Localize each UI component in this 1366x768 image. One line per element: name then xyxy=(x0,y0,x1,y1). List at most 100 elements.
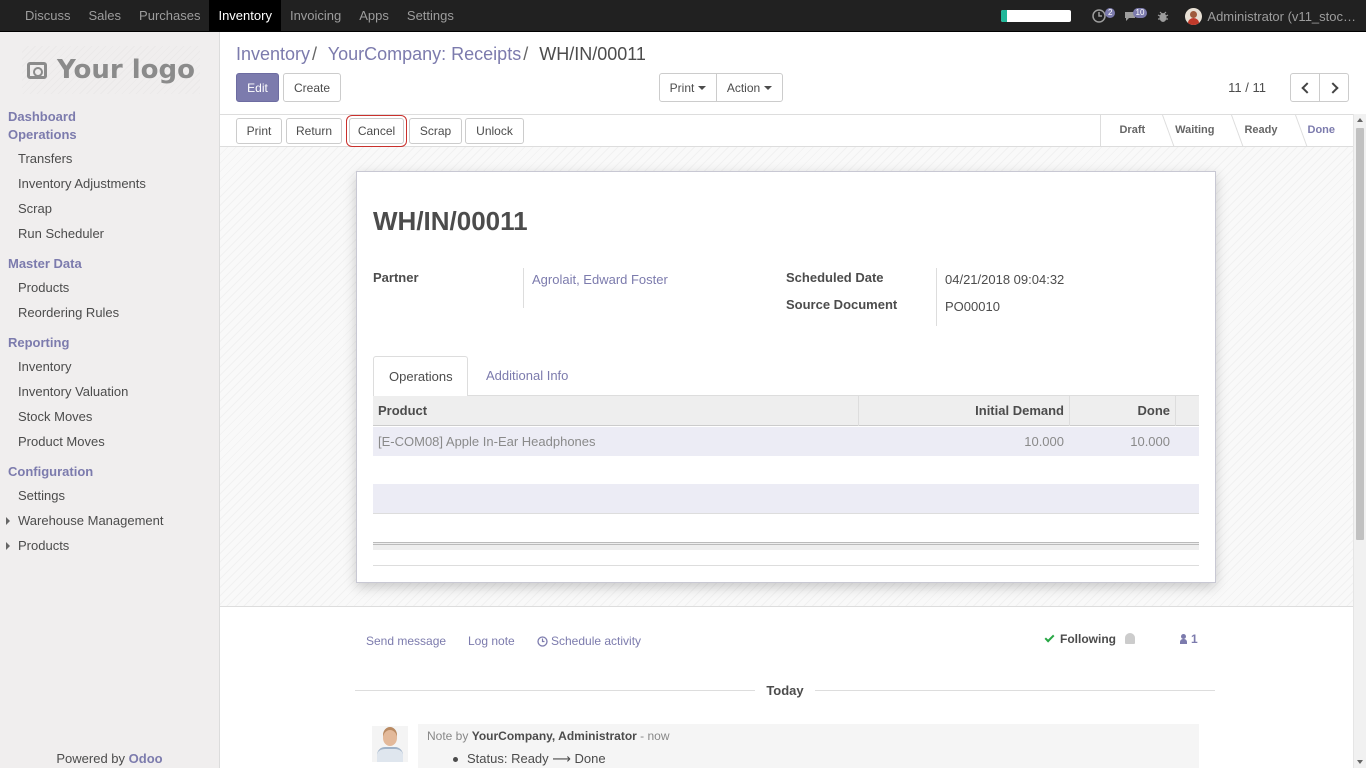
tracking-value: Status: Ready ⟶ Done xyxy=(453,751,1190,767)
date-separator-line xyxy=(355,690,755,691)
cell-product: [E-COM08] Apple In-Ear Headphones xyxy=(378,434,596,449)
progress-fill xyxy=(1001,10,1007,22)
sidebar-item-products[interactable]: Products xyxy=(18,280,69,295)
sidebar-item-inventory-valuation[interactable]: Inventory Valuation xyxy=(18,384,128,399)
schedule-activity-button[interactable]: Schedule activity xyxy=(537,634,641,648)
clock-icon xyxy=(537,635,548,647)
breadcrumb-receipts[interactable]: YourCompany: Receipts xyxy=(328,44,521,64)
return-button[interactable]: Return xyxy=(286,118,342,144)
app-menu: Discuss Sales Purchases Inventory Invoic… xyxy=(16,0,463,32)
cell-done: 10.000 xyxy=(1130,434,1170,449)
systray: 2 10 Administrator (v11_stoc… xyxy=(1001,0,1366,32)
stage-pipeline: Draft Waiting Ready Done xyxy=(1100,115,1353,146)
sidebar-item-stock-moves[interactable]: Stock Moves xyxy=(18,409,92,424)
stage-draft[interactable]: Draft xyxy=(1101,115,1157,146)
create-button[interactable]: Create xyxy=(283,73,341,102)
partner-value[interactable]: Agrolait, Edward Foster xyxy=(532,272,668,287)
sidebar-item-warehouse-management[interactable]: Warehouse Management xyxy=(6,513,164,528)
user-menu[interactable]: Administrator (v11_stoc… xyxy=(1185,7,1356,25)
stage-done[interactable]: Done xyxy=(1290,115,1354,146)
sidebar-item-product-moves[interactable]: Product Moves xyxy=(18,434,105,449)
control-panel: Inventory / YourCompany: Receipts / WH/IN/… xyxy=(220,32,1366,114)
edit-button[interactable]: Edit xyxy=(236,73,279,102)
sidebar-section-configuration: Configuration xyxy=(8,464,94,479)
action-dropdown-label: Action xyxy=(726,80,761,95)
app-sales[interactable]: Sales xyxy=(80,0,131,32)
column-initial-demand[interactable]: Initial Demand xyxy=(858,396,1070,426)
print-dropdown-label: Print xyxy=(669,80,695,95)
camera-icon xyxy=(27,61,48,79)
cancel-button[interactable]: Cancel xyxy=(346,115,407,147)
send-message-button[interactable]: Send message xyxy=(366,634,446,648)
scroll-down-icon[interactable] xyxy=(1357,760,1363,764)
app-invoicing[interactable]: Invoicing xyxy=(281,0,350,32)
check-icon xyxy=(1044,632,1055,643)
app-inventory[interactable]: Inventory xyxy=(209,0,281,32)
action-dropdown[interactable]: Action xyxy=(716,73,783,102)
chatter-message: Note by YourCompany, Administrator - now… xyxy=(418,724,1199,768)
sidebar-section-operations: Operations xyxy=(8,127,77,142)
app-settings[interactable]: Settings xyxy=(398,0,463,32)
pager-previous-button[interactable] xyxy=(1290,73,1320,102)
tab-additional-info[interactable]: Additional Info xyxy=(471,356,583,396)
scroll-up-icon[interactable] xyxy=(1357,118,1363,122)
print-dropdown[interactable]: Print xyxy=(659,73,717,102)
scrollbar[interactable] xyxy=(1353,114,1366,768)
sidebar-item-inventory[interactable]: Inventory xyxy=(18,359,71,374)
message-count-badge: 10 xyxy=(1132,8,1148,18)
unlock-button[interactable]: Unlock xyxy=(465,118,524,144)
bell-icon[interactable] xyxy=(1125,633,1135,644)
breadcrumb-inventory[interactable]: Inventory xyxy=(236,44,310,64)
log-note-button[interactable]: Log note xyxy=(468,634,515,648)
debug-icon[interactable] xyxy=(1153,6,1173,26)
date-separator-line xyxy=(815,690,1215,691)
sidebar-item-scrap[interactable]: Scrap xyxy=(18,201,52,216)
activity-icon[interactable]: 2 xyxy=(1089,6,1116,26)
pager-value[interactable]: 11 / 11 xyxy=(1228,80,1266,95)
pager-next-button[interactable] xyxy=(1319,73,1349,102)
tab-operations[interactable]: Operations xyxy=(373,356,468,397)
sidebar-item-dashboard[interactable]: Dashboard xyxy=(8,109,76,124)
table-empty-row xyxy=(373,484,1199,514)
sidebar-item-products-config[interactable]: Products xyxy=(5,538,69,553)
app-purchases[interactable]: Purchases xyxy=(130,0,209,32)
sidebar-item-reordering-rules[interactable]: Reordering Rules xyxy=(18,305,119,320)
table-header: Product Initial Demand Done xyxy=(373,396,1199,426)
record-title: WH/IN/00011 xyxy=(373,206,528,236)
print-button[interactable]: Print xyxy=(236,118,282,144)
tracking-old-value: Status: Ready xyxy=(467,751,549,766)
arrow-right-icon: ⟶ xyxy=(552,751,571,766)
stage-waiting[interactable]: Waiting xyxy=(1157,115,1226,146)
scrollbar-thumb[interactable] xyxy=(1356,128,1364,540)
breadcrumb-separator: / xyxy=(312,44,318,64)
sidebar-item-transfers[interactable]: Transfers xyxy=(18,151,72,166)
breadcrumb-current: WH/IN/00011 xyxy=(539,44,646,64)
column-done[interactable]: Done xyxy=(1069,396,1176,426)
app-discuss[interactable]: Discuss xyxy=(16,0,80,32)
column-product[interactable]: Product xyxy=(378,396,427,426)
tracking-new-value: Done xyxy=(574,751,606,766)
odoo-link[interactable]: Odoo xyxy=(129,751,163,766)
messaging-icon[interactable]: 10 xyxy=(1121,6,1148,26)
source-document-label: Source Document xyxy=(786,297,898,312)
table-row[interactable]: [E-COM08] Apple In-Ear Headphones 10.000… xyxy=(373,427,1199,457)
sidebar-item-settings[interactable]: Settings xyxy=(18,488,65,503)
following-button[interactable]: Following xyxy=(1044,632,1116,646)
sidebar-item-run-scheduler[interactable]: Run Scheduler xyxy=(18,226,104,241)
message-author[interactable]: YourCompany, Administrator xyxy=(472,729,637,743)
app-apps[interactable]: Apps xyxy=(350,0,398,32)
sidebar-item-inventory-adjustments[interactable]: Inventory Adjustments xyxy=(18,176,146,191)
caret-down-icon xyxy=(764,85,773,90)
scrap-button[interactable]: Scrap xyxy=(409,118,462,144)
activity-count-badge: 2 xyxy=(1104,8,1116,18)
following-label: Following xyxy=(1060,632,1116,646)
bug-icon xyxy=(1158,11,1169,22)
breadcrumb: Inventory / YourCompany: Receipts / WH/IN/… xyxy=(236,44,646,65)
stage-ready[interactable]: Ready xyxy=(1226,115,1289,146)
planner-progress-bar[interactable] xyxy=(1001,10,1072,22)
followers-button[interactable]: 1 xyxy=(1180,632,1198,646)
company-logo[interactable]: Your logo xyxy=(22,46,200,94)
table-footer xyxy=(373,542,1199,550)
sidebar: Your logo Dashboard Operations Transfers… xyxy=(0,32,220,768)
author-avatar[interactable] xyxy=(372,726,408,762)
